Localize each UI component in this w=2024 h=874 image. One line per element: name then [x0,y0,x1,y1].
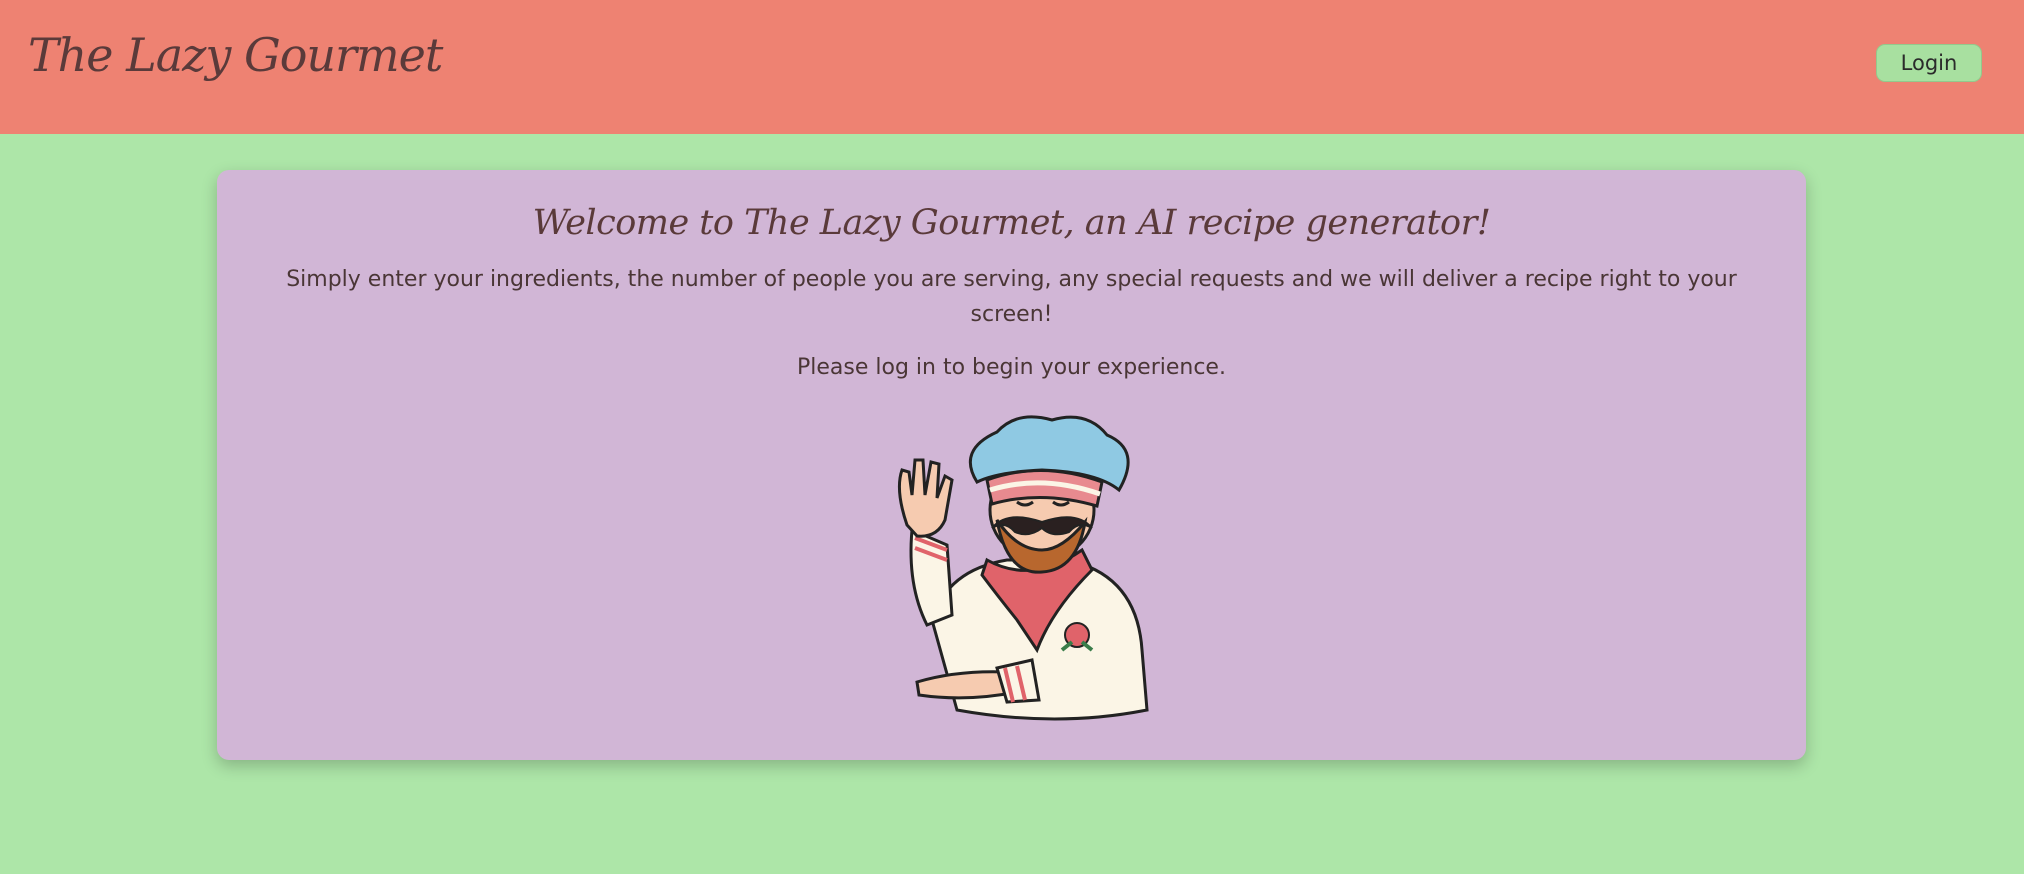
login-prompt: Please log in to begin your experience. [797,355,1226,380]
welcome-heading: Welcome to The Lazy Gourmet, an AI recip… [532,203,1491,243]
chef-illustration-icon [897,415,1149,721]
login-button[interactable]: Login [1876,44,1982,82]
site-header: The Lazy Gourmet Login [0,0,2024,134]
site-title: The Lazy Gourmet [28,28,443,82]
welcome-card: Welcome to The Lazy Gourmet, an AI recip… [217,170,1806,760]
intro-paragraph: Simply enter your ingredients, the numbe… [286,267,1737,327]
